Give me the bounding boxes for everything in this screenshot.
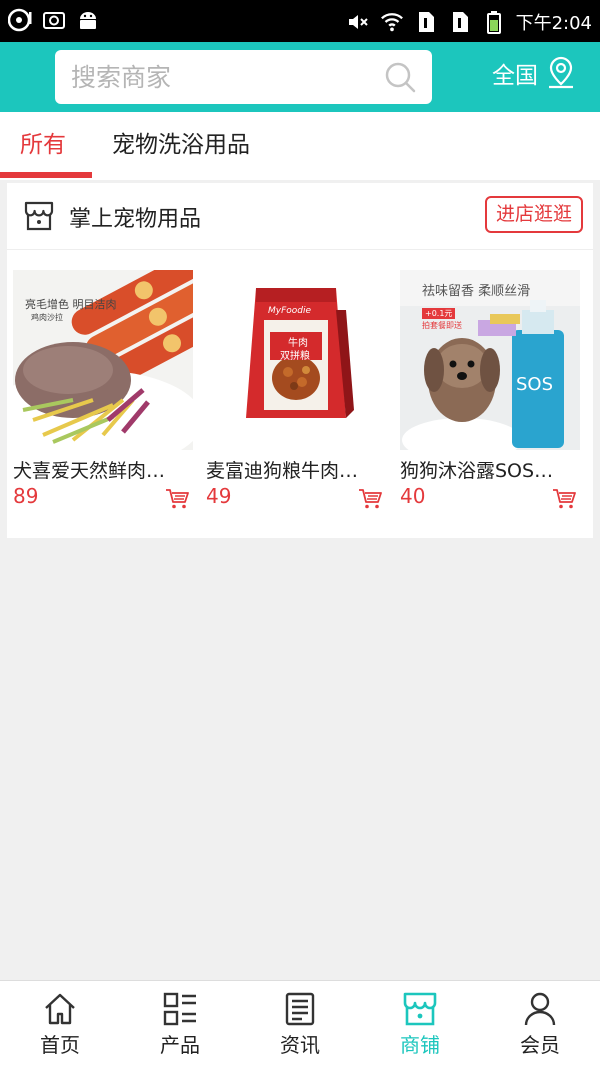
battery-icon xyxy=(482,10,506,34)
sim2-icon xyxy=(448,10,472,34)
header: 全国 xyxy=(0,42,600,112)
screenshot-icon xyxy=(42,8,66,32)
nav-label: 商铺 xyxy=(400,1033,440,1057)
product-image[interactable]: MyFoodie 牛肉 双拼粮 2kg xyxy=(206,270,386,450)
tab-pet-bath-supplies[interactable]: 宠物洗浴用品 xyxy=(112,112,250,180)
product-title[interactable]: 犬喜爱天然鲜肉… xyxy=(13,456,189,483)
add-to-cart-icon[interactable] xyxy=(165,488,189,510)
product-image-brand: SOS xyxy=(516,374,554,395)
product-image-caption: 祛味留香 柔顺丝滑 xyxy=(422,284,531,299)
store-header: 掌上宠物用品 进店逛逛 xyxy=(7,183,593,250)
product-image-promo: +0.1元 xyxy=(422,308,456,319)
add-to-cart-icon[interactable] xyxy=(552,488,576,510)
nav-news[interactable]: 资讯 xyxy=(240,981,360,1067)
location-pin-icon xyxy=(546,56,576,90)
sim1-icon xyxy=(414,10,438,34)
product-card[interactable]: MyFoodie 牛肉 双拼粮 2kg 麦富迪狗粮牛肉… 49 xyxy=(206,270,386,510)
store-icon xyxy=(23,200,55,232)
search-box[interactable] xyxy=(55,50,432,104)
nav-label: 产品 xyxy=(160,1033,200,1057)
status-time: 下午2:04 xyxy=(515,13,592,34)
android-icon xyxy=(76,8,100,32)
nav-home[interactable]: 首页 xyxy=(0,981,120,1067)
store-name: 掌上宠物用品 xyxy=(69,207,202,232)
product-title[interactable]: 麦富迪狗粮牛肉… xyxy=(206,456,382,483)
tab-all[interactable]: 所有 xyxy=(20,112,66,180)
product-image-brand: MyFoodie xyxy=(268,306,312,316)
nav-products[interactable]: 产品 xyxy=(120,981,240,1067)
grid-list-icon xyxy=(162,991,198,1027)
store-card: 掌上宠物用品 进店逛逛 亮毛增色 明目洁肉 鸡肉沙拉 犬喜爱天然鲜肉… 89 M… xyxy=(7,183,593,538)
nav-label: 资讯 xyxy=(280,1033,320,1057)
bottom-nav: 首页 产品 资讯 商铺 会员 xyxy=(0,980,600,1067)
nav-shops[interactable]: 商铺 xyxy=(360,981,480,1067)
region-selector[interactable]: 全国 xyxy=(492,56,576,90)
add-to-cart-icon[interactable] xyxy=(358,488,382,510)
product-image-weight: 2kg xyxy=(310,422,329,433)
product-title[interactable]: 狗狗沐浴露SOS… xyxy=(400,456,576,483)
active-tab-indicator xyxy=(0,172,92,178)
search-icon[interactable] xyxy=(384,61,416,93)
product-image[interactable]: 祛味留香 柔顺丝滑 +0.1元 拍套餐即送 SOS xyxy=(400,270,580,450)
news-icon xyxy=(282,991,318,1027)
mute-icon xyxy=(346,10,370,34)
product-image-subcaption: 鸡肉沙拉 xyxy=(31,313,63,322)
enter-store-button[interactable]: 进店逛逛 xyxy=(485,196,583,233)
user-icon xyxy=(522,991,558,1027)
shop-icon xyxy=(402,991,438,1027)
search-input[interactable] xyxy=(71,60,371,94)
category-tabs: 所有 宠物洗浴用品 xyxy=(0,112,600,180)
product-image-caption: 亮毛增色 明目洁肉 xyxy=(25,298,117,311)
region-label: 全国 xyxy=(492,63,538,89)
product-card[interactable]: 祛味留香 柔顺丝滑 +0.1元 拍套餐即送 SOS 狗狗沐浴露SOS… 40 xyxy=(400,270,580,510)
disc-icon xyxy=(8,8,32,32)
product-image-promo-note: 拍套餐即送 xyxy=(422,321,462,330)
product-image[interactable]: 亮毛增色 明目洁肉 鸡肉沙拉 xyxy=(13,270,193,450)
nav-member[interactable]: 会员 xyxy=(480,981,600,1067)
home-icon xyxy=(42,991,78,1027)
nav-label: 首页 xyxy=(40,1033,80,1057)
wifi-icon xyxy=(380,10,404,34)
status-bar: 下午2:04 xyxy=(0,0,600,42)
nav-label: 会员 xyxy=(520,1033,560,1057)
product-image-type: 双拼粮 xyxy=(280,351,310,362)
product-card[interactable]: 亮毛增色 明目洁肉 鸡肉沙拉 犬喜爱天然鲜肉… 89 xyxy=(13,270,193,510)
